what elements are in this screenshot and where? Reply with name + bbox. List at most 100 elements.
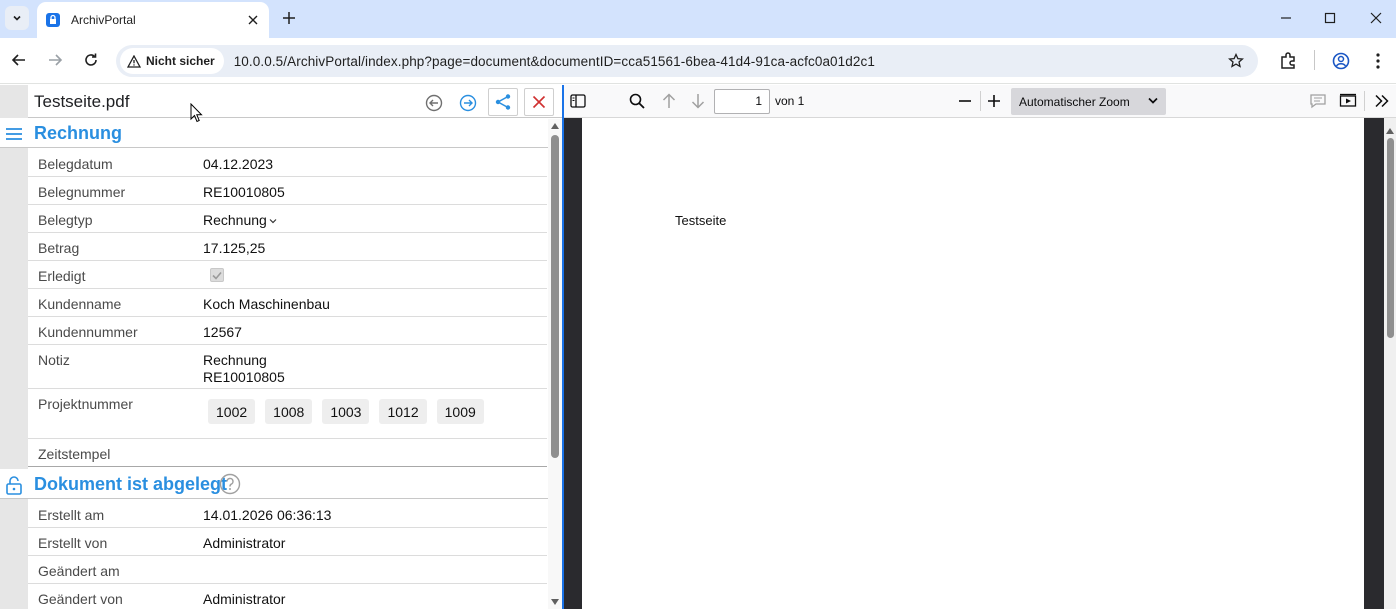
double-chevron-right-icon[interactable] <box>1372 91 1392 111</box>
forward-arrow-icon[interactable] <box>45 50 65 70</box>
maximize-icon[interactable] <box>1320 8 1340 28</box>
url-text[interactable]: 10.0.0.5/ArchivPortal/index.php?page=doc… <box>234 54 875 69</box>
search-icon[interactable] <box>627 91 647 111</box>
warning-icon <box>127 54 141 68</box>
field-value[interactable]: RE10010805 <box>203 184 285 201</box>
help-icon[interactable] <box>219 473 241 495</box>
project-tag[interactable]: 1009 <box>436 399 484 424</box>
field-row: Kundennummer 12567 <box>28 317 547 345</box>
field-value: Rechnung <box>203 212 267 228</box>
chevron-down-icon <box>1148 97 1158 104</box>
close-icon <box>532 95 546 109</box>
close-tab-icon[interactable] <box>245 12 261 28</box>
field-label: Betrag <box>38 240 80 256</box>
zoom-in-icon[interactable] <box>984 91 1004 111</box>
toolbar-separator <box>1314 50 1315 70</box>
section-header-archive[interactable]: Dokument ist abgelegt <box>0 469 548 499</box>
left-gutter <box>0 85 28 609</box>
tab-search-button[interactable] <box>5 6 29 30</box>
menu-lines-icon[interactable] <box>4 124 24 144</box>
mouse-cursor-icon <box>190 103 203 123</box>
close-window-icon[interactable] <box>1366 8 1386 28</box>
metadata-scrollbar[interactable] <box>548 119 562 609</box>
browser-tab[interactable]: ArchivPortal <box>37 2 269 38</box>
reload-icon[interactable] <box>81 50 101 70</box>
toolbar-separator <box>980 91 981 111</box>
field-value: 14.01.2026 06:36:13 <box>203 507 332 523</box>
menu-kebab-icon[interactable] <box>1367 50 1389 72</box>
belegtyp-select[interactable]: Rechnung <box>203 212 277 229</box>
checkmark-icon <box>212 271 222 280</box>
page-number-input[interactable]: 1 <box>714 89 770 114</box>
field-value: Administrator <box>203 535 286 551</box>
comment-icon[interactable] <box>1308 91 1328 111</box>
field-label: Kundennummer <box>38 324 138 340</box>
chevron-down-icon <box>13 15 21 21</box>
field-value[interactable]: 17.125,25 <box>203 240 265 257</box>
field-row: Belegtyp Rechnung <box>28 205 547 233</box>
pdf-page-text: Testseite <box>675 213 727 228</box>
notiz-value[interactable]: Rechnung RE10010805 <box>203 352 285 386</box>
field-value[interactable]: Koch Maschinenbau <box>203 296 330 313</box>
new-tab-icon[interactable] <box>279 8 299 28</box>
field-row: Belegnummer RE10010805 <box>28 177 547 205</box>
lock-open-icon <box>4 475 24 495</box>
next-document-button[interactable] <box>454 89 482 116</box>
toolbar-separator <box>1364 91 1365 111</box>
pdf-viewer: Testseite <box>564 118 1396 609</box>
minimize-icon[interactable] <box>1276 8 1296 28</box>
field-row: Belegdatum 04.12.2023 <box>28 149 547 177</box>
profile-icon[interactable] <box>1330 50 1352 72</box>
field-label: Belegtyp <box>38 212 93 228</box>
field-value[interactable]: 04.12.2023 <box>203 156 273 173</box>
pdf-scrollbar[interactable] <box>1384 118 1396 609</box>
field-label: Geändert von <box>38 591 123 607</box>
address-bar[interactable]: Nicht sicher 10.0.0.5/ArchivPortal/index… <box>116 45 1258 77</box>
document-header: Testseite.pdf <box>28 85 562 118</box>
field-label: Erledigt <box>38 268 86 284</box>
notiz-line: RE10010805 <box>203 369 285 385</box>
bookmark-star-icon[interactable] <box>1226 51 1246 71</box>
section-header-rechnung[interactable]: Rechnung <box>0 118 548 148</box>
field-label: Erstellt von <box>38 535 108 551</box>
zoom-select[interactable]: Automatischer Zoom <box>1011 88 1166 115</box>
field-value[interactable]: 12567 <box>203 324 242 341</box>
erledigt-checkbox[interactable] <box>210 268 224 282</box>
field-row: Notiz Rechnung RE10010805 <box>28 345 547 389</box>
extensions-icon[interactable] <box>1277 50 1299 72</box>
project-tag[interactable]: 1003 <box>322 399 370 424</box>
sidebar-toggle-icon[interactable] <box>568 91 588 111</box>
project-tag[interactable]: 1012 <box>379 399 427 424</box>
field-label: Projektnummer <box>38 396 133 412</box>
page-count: von 1 <box>775 94 805 108</box>
presentation-mode-icon[interactable] <box>1338 91 1358 111</box>
field-label: Notiz <box>38 352 70 368</box>
project-tag[interactable]: 1002 <box>208 399 256 424</box>
section-title: Rechnung <box>34 123 122 143</box>
scrollbar-thumb[interactable] <box>551 135 559 458</box>
previous-document-button[interactable] <box>420 89 448 116</box>
scroll-down-arrow-icon[interactable] <box>551 598 559 606</box>
zoom-out-icon[interactable] <box>955 91 975 111</box>
field-row: Geändert von Administrator <box>28 584 547 609</box>
arrow-right-circle-icon <box>459 94 477 111</box>
back-arrow-icon[interactable] <box>9 50 29 70</box>
share-button[interactable] <box>488 88 518 116</box>
field-row: Kundenname Koch Maschinenbau <box>28 289 547 317</box>
field-row: Zeitstempel <box>28 439 547 467</box>
project-tag[interactable]: 1008 <box>265 399 313 424</box>
field-value: Administrator <box>203 591 286 607</box>
scrollbar-thumb[interactable] <box>1387 138 1394 338</box>
field-row: Projektnummer 1002 1008 1003 1012 1009 <box>28 389 547 439</box>
close-document-button[interactable] <box>524 88 554 116</box>
scroll-up-arrow-icon[interactable] <box>1386 121 1394 137</box>
next-page-icon[interactable] <box>688 91 708 111</box>
security-chip[interactable]: Nicht sicher <box>120 48 224 74</box>
notiz-line: Rechnung <box>203 352 267 368</box>
scroll-up-arrow-icon[interactable] <box>551 122 559 130</box>
previous-page-icon[interactable] <box>659 91 679 111</box>
chevron-down-icon <box>269 219 277 224</box>
field-row: Erledigt <box>28 261 547 289</box>
field-label: Belegdatum <box>38 156 113 172</box>
projektnummer-tags: 1002 1008 1003 1012 1009 <box>208 399 484 424</box>
